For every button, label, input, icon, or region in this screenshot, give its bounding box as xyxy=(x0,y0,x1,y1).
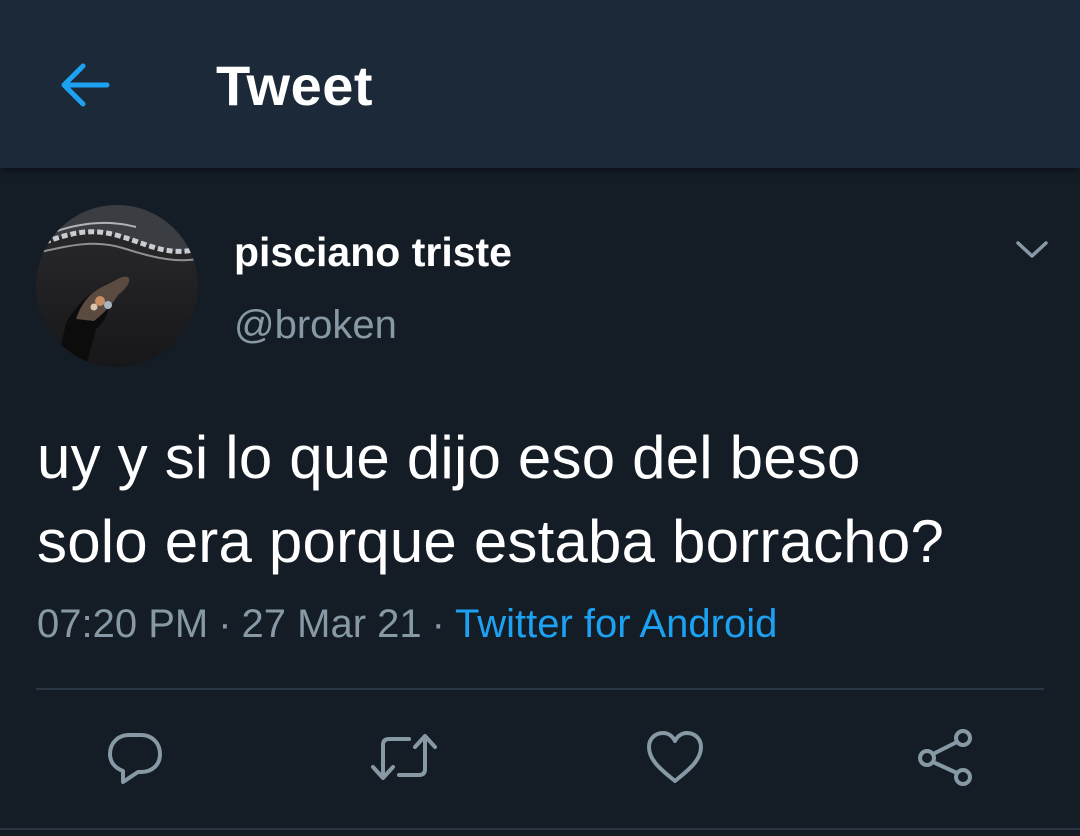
tweet-metadata: 07:20 PM · 27 Mar 21 · Twitter for Android xyxy=(37,600,777,648)
reply-button[interactable] xyxy=(100,722,170,792)
like-button[interactable] xyxy=(640,722,710,792)
tweet-source-link[interactable]: Twitter for Android xyxy=(455,602,777,646)
tweet-text-line: uy y si lo que dijo eso del beso xyxy=(37,424,861,491)
retweet-button[interactable] xyxy=(369,722,439,792)
divider xyxy=(36,688,1044,690)
tweet-detail-screen: Tweet pisciano triste @broken uy y si lo… xyxy=(0,0,1080,836)
reply-icon xyxy=(108,733,162,784)
author-display-name[interactable]: pisciano triste xyxy=(234,228,512,276)
tweet-time: 07:20 PM xyxy=(37,602,209,646)
separator: · xyxy=(218,602,232,646)
avatar-image xyxy=(36,205,198,367)
tweet-text: uy y si lo que dijo eso del beso solo er… xyxy=(37,416,1047,584)
author-handle[interactable]: @broken xyxy=(234,302,397,348)
back-arrow-icon xyxy=(61,63,110,107)
back-button[interactable] xyxy=(50,52,120,118)
chevron-down-icon xyxy=(1016,241,1048,258)
avatar[interactable] xyxy=(36,205,198,367)
share-icon xyxy=(918,729,972,786)
top-app-bar: Tweet xyxy=(0,0,1080,168)
divider xyxy=(0,828,1080,830)
retweet-icon xyxy=(371,734,437,780)
heart-icon xyxy=(647,731,703,783)
share-button[interactable] xyxy=(910,722,980,792)
tweet-options-button[interactable] xyxy=(1010,228,1054,272)
page-title: Tweet xyxy=(216,54,374,117)
tweet-text-line: solo era porque estaba borracho? xyxy=(37,508,945,575)
separator: · xyxy=(431,602,445,646)
tweet-date: 27 Mar 21 xyxy=(241,602,422,646)
